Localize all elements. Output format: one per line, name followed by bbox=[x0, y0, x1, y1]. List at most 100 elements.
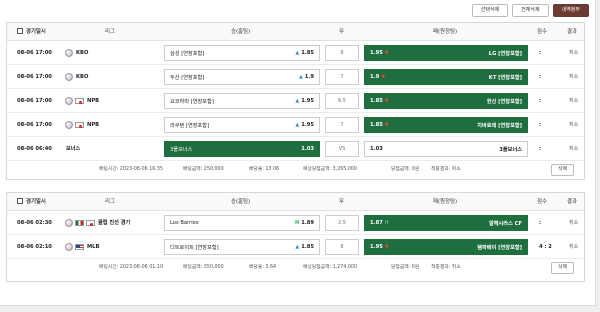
result: 취소 bbox=[569, 244, 579, 250]
home-odds: ▲ 1.95 bbox=[295, 122, 314, 128]
country-flag-icon bbox=[75, 220, 84, 226]
result: 취소 bbox=[569, 122, 579, 128]
league: 보너스 bbox=[65, 137, 80, 161]
away-odds-value: 1.9 bbox=[370, 74, 380, 80]
odds-up-icon: ▲ bbox=[298, 74, 303, 80]
bet-history-page: 선택삭제 전체삭제 내역정부 경기일시 리그 승(홈팀) 무 패(원정팀) 점수… bbox=[0, 0, 596, 306]
away-odds: 1.85 ▼ bbox=[370, 122, 389, 128]
header-draw: 무 bbox=[339, 199, 344, 205]
away-pick[interactable]: 1.85 ▼ 치바로데 [연장포함] bbox=[364, 117, 528, 133]
home-pick[interactable]: Los Barrios H 1.89 bbox=[164, 215, 320, 231]
draw-pick[interactable]: 8 bbox=[325, 239, 359, 255]
score: : bbox=[539, 220, 542, 226]
bet-odds: 배당율: 3.64 bbox=[249, 265, 277, 270]
away-odds-value: 1.03 bbox=[370, 146, 383, 152]
match-date: 08-06 17:00 bbox=[17, 98, 52, 104]
usa-flag-icon bbox=[75, 244, 84, 250]
header-date: 경기일시 bbox=[17, 193, 46, 211]
home-odds-value: 1.85 bbox=[301, 244, 314, 250]
header-league: 리그 bbox=[105, 199, 115, 205]
away-pick[interactable]: 1.85 ▼ 한신 [연장포함] bbox=[364, 93, 528, 109]
home-pick[interactable]: 3폴보너스 1.03 bbox=[164, 141, 320, 157]
home-pick[interactable]: 디트로이트 [연장포함] ▲ 1.85 bbox=[164, 239, 320, 255]
away-team: 알헤시라스 CF bbox=[488, 220, 522, 227]
home-team: 라쿠텐 [연장포함] bbox=[170, 122, 210, 129]
select-checkbox[interactable] bbox=[17, 198, 23, 204]
home-odds: 1.03 bbox=[301, 146, 314, 152]
away-odds-value: 1.85 bbox=[370, 122, 383, 128]
delete-all-button[interactable]: 전체삭제 bbox=[512, 4, 549, 17]
home-odds: ▲ 1.85 bbox=[295, 50, 314, 56]
slip-rows: 08-06 02:30 클럽 친선 경기 Los Barrios H 1.89 2.5 1.… bbox=[7, 211, 584, 259]
away-pick[interactable]: 1.95 ▼ 탬파베이 [연장포함] bbox=[364, 239, 528, 255]
away-team: 치바로데 [연장포함] bbox=[477, 122, 522, 129]
league-name: KBO bbox=[76, 74, 89, 80]
odds-down-icon: ▼ bbox=[381, 74, 386, 80]
draw-pick[interactable]: 8 bbox=[325, 45, 359, 61]
draw-pick[interactable]: VS bbox=[325, 141, 359, 157]
bet-time: 배팅시간: 2023-08-06 16:35 bbox=[99, 167, 164, 172]
away-pick[interactable]: 1.9 ▼ KT [연장포함] bbox=[364, 69, 528, 85]
header-score: 점수 bbox=[537, 199, 547, 205]
away-team: KT [연장포함] bbox=[488, 74, 522, 81]
league-name: 클럽 친선 경기 bbox=[98, 220, 131, 226]
sport-ball-icon bbox=[65, 49, 73, 57]
expected-win: 예상당첨금액: 3,265,000 bbox=[303, 167, 358, 172]
match-row: 08-06 17:00 NPB 라쿠텐 [연장포함] ▲ 1.95 7 1.85 ▼ 치바로데 … bbox=[7, 113, 584, 137]
odds-down-icon: ▼ bbox=[384, 122, 389, 128]
header-result: 결과 bbox=[567, 199, 577, 205]
match-row: 08-06 06:40 보너스 3폴보너스 1.03 VS 1.03 3폴보너스: 취소 bbox=[7, 137, 584, 161]
delete-slip-button[interactable]: 삭제 bbox=[551, 262, 574, 274]
away-odds: 1.03 bbox=[370, 146, 383, 152]
home-team: 3폴보너스 bbox=[170, 146, 193, 153]
away-pick[interactable]: 1.95 ▼ LG [연장포함] bbox=[364, 45, 528, 61]
draw-pick[interactable]: 2.5 bbox=[325, 215, 359, 231]
league-name: KBO bbox=[76, 50, 89, 56]
odds-up-icon: ▲ bbox=[295, 122, 300, 128]
home-team: 요코하마 [연장포함] bbox=[170, 98, 214, 105]
header-away: 패(원정팀) bbox=[433, 199, 458, 205]
home-pick[interactable]: 삼성 [연장포함] ▲ 1.85 bbox=[164, 45, 320, 61]
sport-ball-icon bbox=[65, 97, 73, 105]
league: KBO bbox=[65, 41, 88, 65]
league: MLB bbox=[65, 235, 99, 259]
result: 취소 bbox=[569, 220, 579, 226]
league-name: MLB bbox=[87, 244, 100, 250]
home-team: Los Barrios bbox=[170, 220, 199, 226]
away-odds: 1.9 ▼ bbox=[370, 74, 385, 80]
home-pick[interactable]: 요코하마 [연장포함] ▲ 1.95 bbox=[164, 93, 320, 109]
draw-pick[interactable]: 7 bbox=[325, 69, 359, 85]
odds-up-icon: ▲ bbox=[295, 244, 300, 250]
score: : bbox=[539, 74, 542, 80]
won-amount: 당첨금액: 0원 bbox=[391, 265, 420, 270]
delete-slip-button[interactable]: 삭제 bbox=[551, 164, 574, 176]
bet-amount: 배팅금액: 250,000 bbox=[183, 167, 224, 172]
away-team: 한신 [연장포함] bbox=[486, 98, 522, 105]
history-button[interactable]: 내역정부 bbox=[552, 4, 589, 17]
draw-pick[interactable]: 6.5 bbox=[325, 93, 359, 109]
away-odds: 1.87 H bbox=[370, 220, 389, 226]
home-pick[interactable]: 라쿠텐 [연장포함] ▲ 1.95 bbox=[164, 117, 320, 133]
draw-pick[interactable]: 7 bbox=[325, 117, 359, 133]
away-pick[interactable]: 1.87 H 알헤시라스 CF bbox=[364, 215, 528, 231]
away-odds-value: 1.85 bbox=[370, 98, 383, 104]
select-checkbox[interactable] bbox=[17, 28, 23, 34]
slip-rows: 08-06 17:00 KBO 삼성 [연장포함] ▲ 1.85 8 1.95 ▼ LG [연장… bbox=[7, 41, 584, 161]
score: : bbox=[539, 98, 542, 104]
header-draw: 무 bbox=[339, 29, 344, 35]
result: 취소 bbox=[569, 50, 579, 56]
home-odds-value: 1.95 bbox=[301, 122, 314, 128]
odds-h-icon: H bbox=[295, 220, 300, 226]
match-date: 08-06 17:00 bbox=[17, 50, 52, 56]
sport-ball-icon bbox=[65, 243, 73, 251]
select-delete-button[interactable]: 선택삭제 bbox=[471, 4, 509, 17]
match-row: 08-06 17:00 KBO 두산 [연장포함] ▲ 1.9 7 1.9 ▼ KT [연장포함… bbox=[7, 65, 584, 89]
away-pick[interactable]: 1.03 3폴보너스 bbox=[364, 141, 528, 157]
odds-up-icon: ▲ bbox=[295, 98, 300, 104]
home-odds: ▲ 1.9 bbox=[299, 74, 314, 80]
home-odds: H 1.89 bbox=[295, 220, 314, 226]
league-name: NPB bbox=[87, 98, 100, 104]
away-team: 3폴보너스 bbox=[499, 146, 522, 153]
home-odds-value: 1.85 bbox=[301, 50, 314, 56]
home-pick[interactable]: 두산 [연장포함] ▲ 1.9 bbox=[164, 69, 320, 85]
